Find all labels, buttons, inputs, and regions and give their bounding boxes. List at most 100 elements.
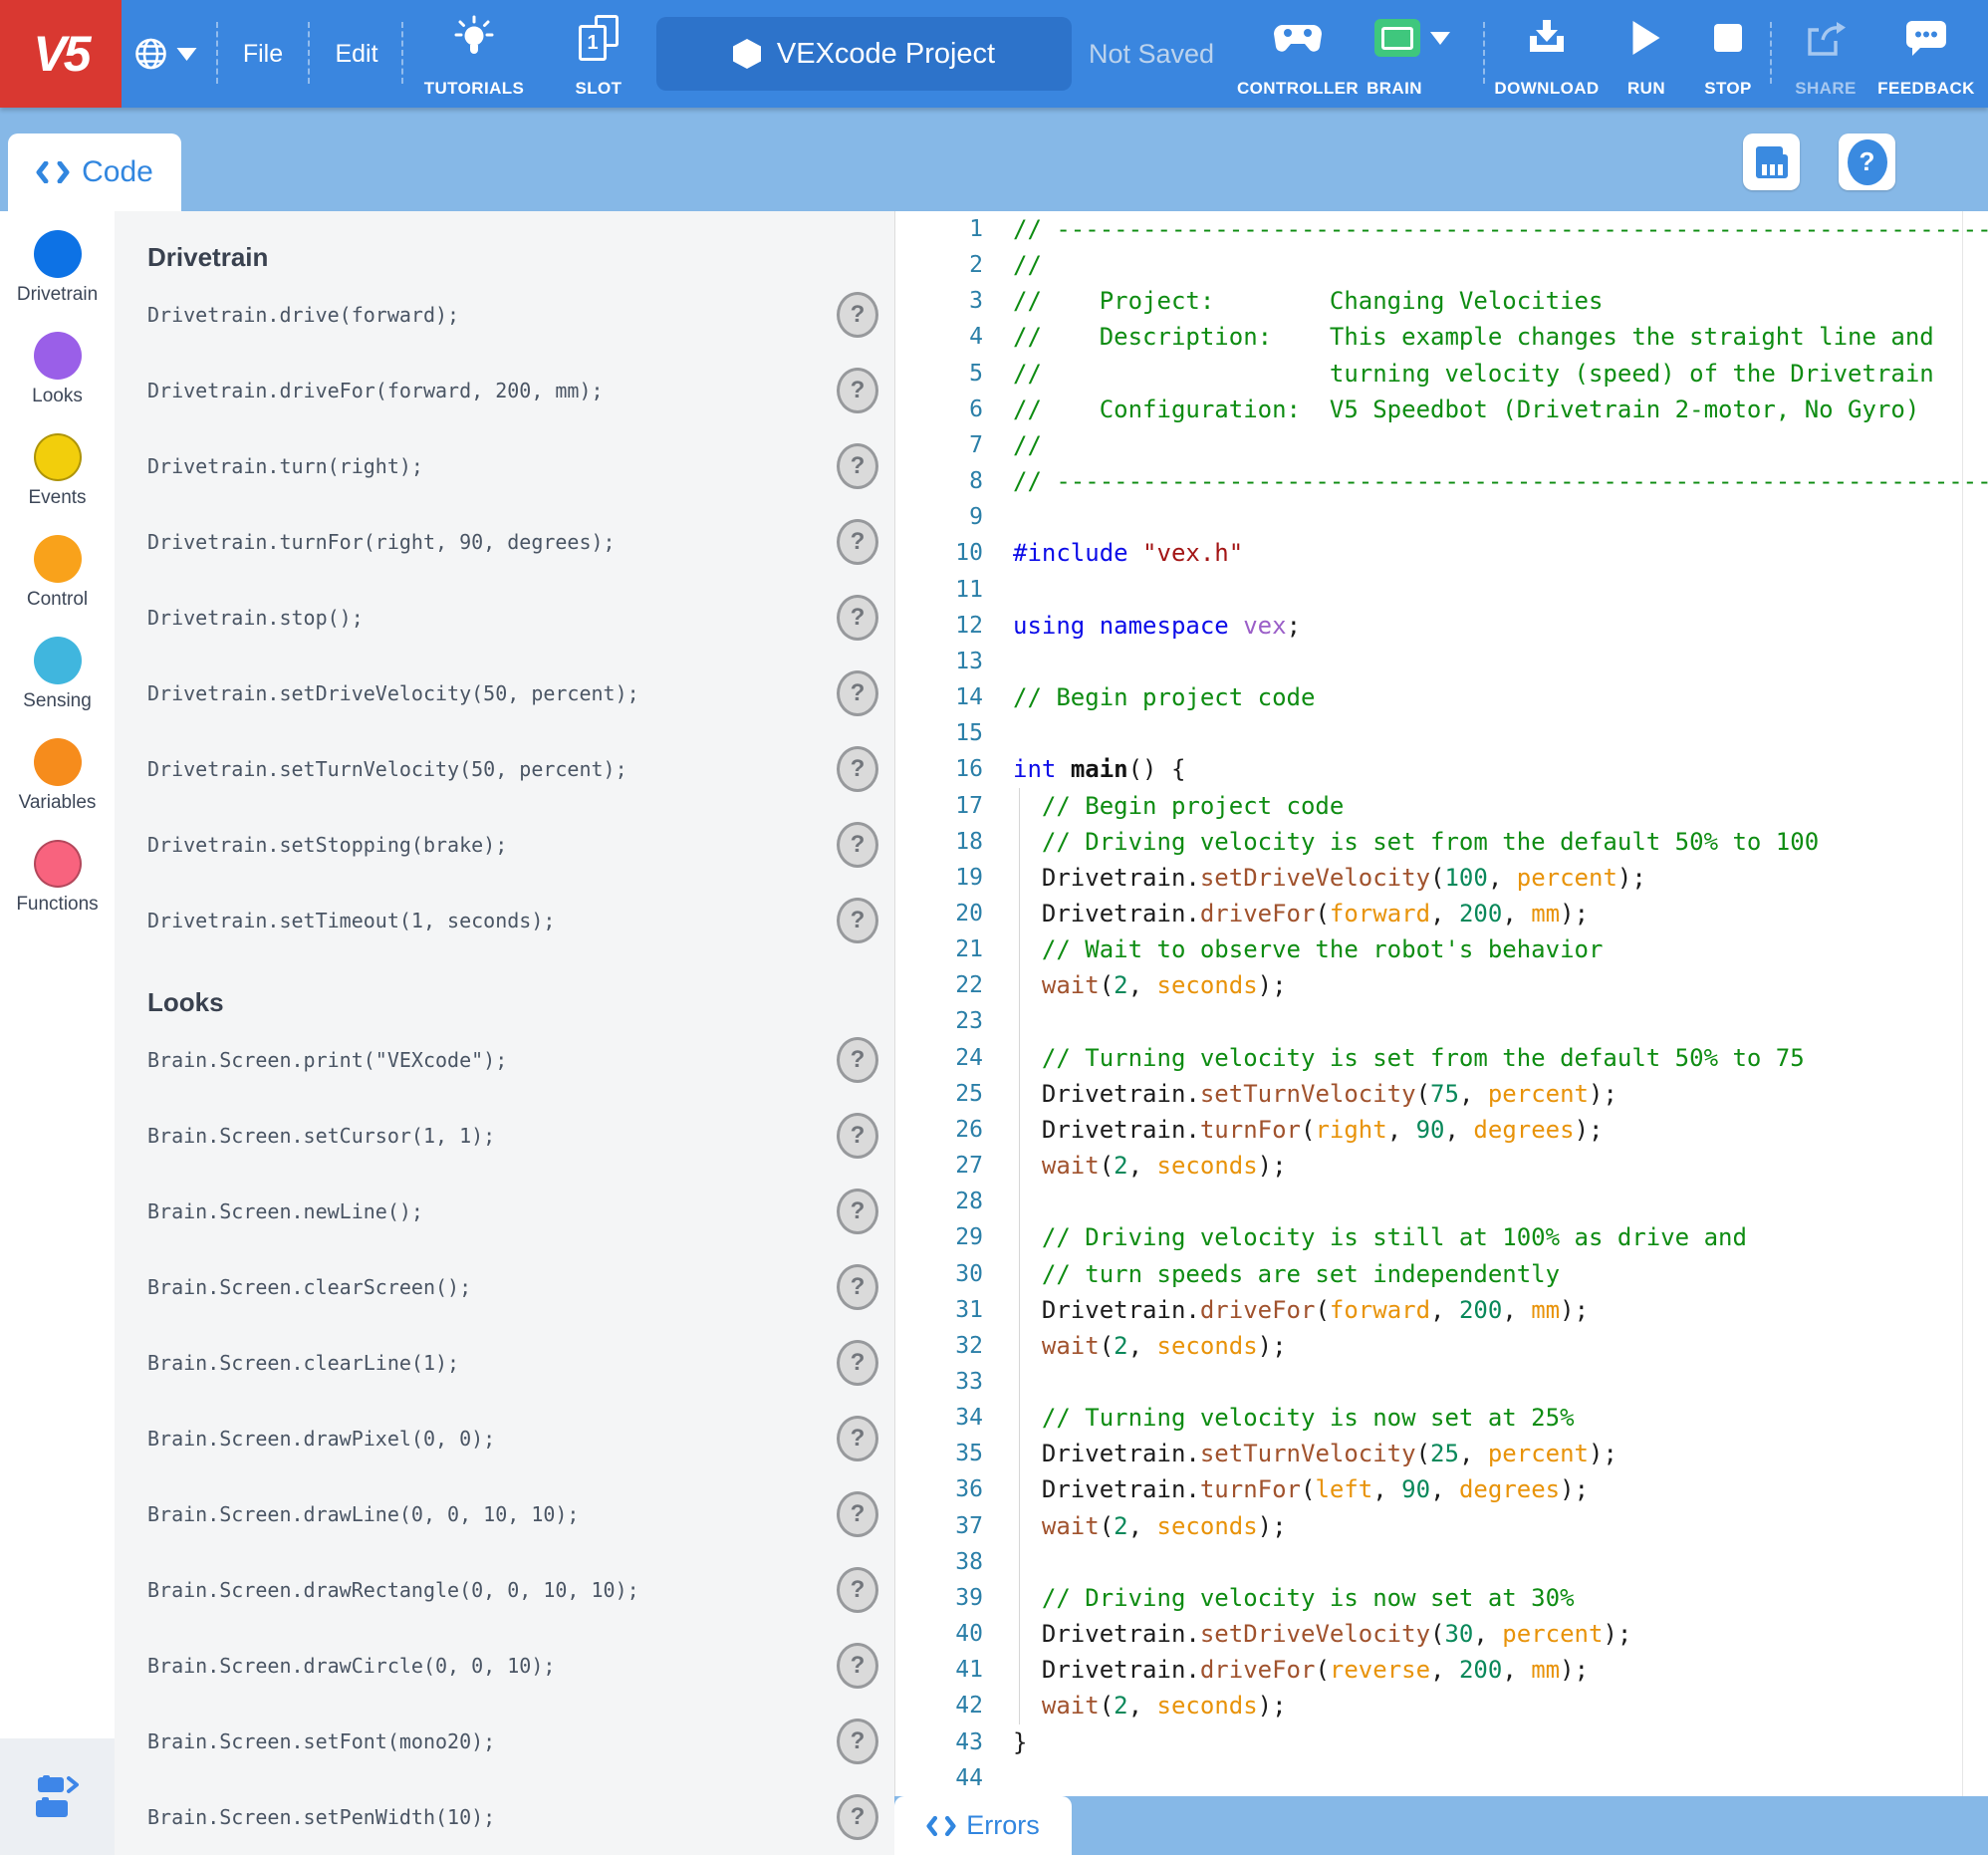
command-help-button[interactable]: ? [837, 292, 878, 338]
feedback-button[interactable]: FEEDBACK [1877, 0, 1974, 108]
code-line[interactable]: 16 int main() { [895, 751, 1988, 787]
code-line[interactable]: 15 [895, 715, 1988, 751]
code-line[interactable]: 24 // Turning velocity is set from the d… [895, 1039, 1988, 1076]
code-line[interactable]: 34 // Turning velocity is now set at 25% [895, 1400, 1988, 1437]
slot-button[interactable]: 1 SLOT [576, 0, 621, 108]
command-item[interactable]: Drivetrain.turnFor(right, 90, degrees);? [115, 504, 894, 580]
command-item[interactable]: Brain.Screen.print("VEXcode");? [115, 1022, 894, 1098]
code-line[interactable]: 26 Drivetrain.turnFor(right, 90, degrees… [895, 1111, 1988, 1149]
sidebar-item-variables[interactable]: Variables [0, 738, 115, 814]
command-item[interactable]: Brain.Screen.drawPixel(0, 0);? [115, 1401, 894, 1476]
command-help-button[interactable]: ? [837, 1189, 878, 1234]
edit-menu[interactable]: Edit [335, 0, 377, 108]
command-item[interactable]: Brain.Screen.clearScreen();? [115, 1249, 894, 1325]
code-line[interactable]: 41 Drivetrain.driveFor(reverse, 200, mm)… [895, 1652, 1988, 1689]
command-help-button[interactable]: ? [837, 1113, 878, 1159]
sidebar-item-control[interactable]: Control [0, 535, 115, 611]
command-help-button[interactable]: ? [837, 443, 878, 489]
device-manager-button[interactable] [1743, 133, 1800, 190]
command-item[interactable]: Drivetrain.turn(right);? [115, 428, 894, 504]
command-help-button[interactable]: ? [837, 1416, 878, 1461]
code-line[interactable]: 32 wait(2, seconds); [895, 1327, 1988, 1364]
code-line[interactable]: 31 Drivetrain.driveFor(forward, 200, mm)… [895, 1291, 1988, 1328]
command-help-button[interactable]: ? [837, 519, 878, 565]
code-line[interactable]: 5// turning velocity (speed) of the Driv… [895, 356, 1988, 392]
code-line[interactable]: 4// Description: This example changes th… [895, 319, 1988, 355]
code-line[interactable]: 11 [895, 572, 1988, 608]
command-item[interactable]: Brain.Screen.setCursor(1, 1);? [115, 1098, 894, 1174]
blocks-toggle-icon[interactable] [34, 1774, 82, 1819]
command-item[interactable]: Drivetrain.setStopping(brake);? [115, 807, 894, 883]
command-item[interactable]: Brain.Screen.setPenWidth(10);? [115, 1779, 894, 1855]
code-line[interactable]: 17 // Begin project code [895, 787, 1988, 824]
sidebar-item-sensing[interactable]: Sensing [0, 637, 115, 712]
command-item[interactable]: Drivetrain.setDriveVelocity(50, percent)… [115, 656, 894, 731]
file-menu[interactable]: File [243, 0, 283, 108]
command-item[interactable]: Drivetrain.setTurnVelocity(50, percent);… [115, 731, 894, 807]
code-line[interactable]: 38 [895, 1543, 1988, 1580]
help-button[interactable]: ? [1839, 133, 1895, 190]
command-item[interactable]: Brain.Screen.drawLine(0, 0, 10, 10);? [115, 1476, 894, 1552]
code-line[interactable]: 3// Project: Changing Velocities [895, 283, 1988, 319]
command-help-button[interactable]: ? [837, 1643, 878, 1689]
command-help-button[interactable]: ? [837, 1794, 878, 1840]
command-help-button[interactable]: ? [837, 822, 878, 868]
command-item[interactable]: Drivetrain.drive(forward);? [115, 277, 894, 353]
code-line[interactable]: 33 [895, 1364, 1988, 1401]
code-line[interactable]: 13 [895, 644, 1988, 679]
command-help-button[interactable]: ? [837, 898, 878, 943]
command-item[interactable]: Drivetrain.driveFor(forward, 200, mm);? [115, 353, 894, 428]
download-button[interactable]: DOWNLOAD [1494, 0, 1599, 108]
command-help-button[interactable]: ? [837, 1567, 878, 1613]
command-item[interactable]: Brain.Screen.drawCircle(0, 0, 10);? [115, 1628, 894, 1704]
command-item[interactable]: Drivetrain.stop();? [115, 580, 894, 656]
code-line[interactable]: 2// [895, 247, 1988, 283]
code-line[interactable]: 43} [895, 1724, 1988, 1760]
code-line[interactable]: 6// Configuration: V5 Speedbot (Drivetra… [895, 392, 1988, 427]
stop-button[interactable]: STOP [1704, 0, 1751, 108]
code-line[interactable]: 22 wait(2, seconds); [895, 967, 1988, 1004]
tab-code[interactable]: Code [8, 133, 181, 211]
sidebar-item-functions[interactable]: Functions [0, 840, 115, 916]
tutorials-button[interactable]: TUTORIALS [424, 0, 524, 108]
language-button[interactable] [134, 0, 197, 108]
command-item[interactable]: Brain.Screen.clearLine(1);? [115, 1325, 894, 1401]
code-line[interactable]: 12 using namespace vex; [895, 608, 1988, 644]
code-line[interactable]: 9 [895, 499, 1988, 535]
command-help-button[interactable]: ? [837, 1491, 878, 1537]
controller-button[interactable]: CONTROLLER [1237, 0, 1359, 108]
run-button[interactable]: RUN [1627, 0, 1665, 108]
code-line[interactable]: 36 Drivetrain.turnFor(left, 90, degrees)… [895, 1471, 1988, 1508]
code-line[interactable]: 40 Drivetrain.setDriveVelocity(30, perce… [895, 1616, 1988, 1653]
share-button[interactable]: SHARE [1795, 0, 1856, 108]
code-line[interactable]: 30 // turn speeds are set independently [895, 1255, 1988, 1292]
code-line[interactable]: 8// ------------------------------------… [895, 463, 1988, 499]
command-help-button[interactable]: ? [837, 1037, 878, 1083]
code-line[interactable]: 35 Drivetrain.setTurnVelocity(25, percen… [895, 1436, 1988, 1472]
code-line[interactable]: 27 wait(2, seconds); [895, 1148, 1988, 1185]
code-line[interactable]: 39 // Driving velocity is now set at 30% [895, 1579, 1988, 1617]
code-line[interactable]: 23 [895, 1003, 1988, 1040]
command-help-button[interactable]: ? [837, 595, 878, 641]
code-line[interactable]: 14// Begin project code [895, 679, 1988, 715]
code-line[interactable]: 25 Drivetrain.setTurnVelocity(75, percen… [895, 1075, 1988, 1112]
code-line[interactable]: 37 wait(2, seconds); [895, 1507, 1988, 1544]
command-item[interactable]: Brain.Screen.newLine();? [115, 1174, 894, 1249]
code-line[interactable]: 10 #include "vex.h" [895, 535, 1988, 571]
code-line[interactable]: 44 [895, 1760, 1988, 1796]
command-help-button[interactable]: ? [837, 1719, 878, 1764]
command-item[interactable]: Brain.Screen.drawRectangle(0, 0, 10, 10)… [115, 1552, 894, 1628]
code-line[interactable]: 19 Drivetrain.setDriveVelocity(100, perc… [895, 859, 1988, 896]
command-item[interactable]: Brain.Screen.setFont(mono20);? [115, 1704, 894, 1779]
sidebar-item-drivetrain[interactable]: Drivetrain [0, 230, 115, 306]
code-line[interactable]: 1// ------------------------------------… [895, 211, 1988, 247]
project-name-button[interactable]: VEXcode Project [656, 17, 1072, 91]
command-help-button[interactable]: ? [837, 1264, 878, 1310]
code-line[interactable]: 18 // Driving velocity is set from the d… [895, 823, 1988, 860]
code-line[interactable]: 20 Drivetrain.driveFor(forward, 200, mm)… [895, 895, 1988, 932]
tab-errors[interactable]: Errors [894, 1796, 1072, 1855]
sidebar-item-looks[interactable]: Looks [0, 332, 115, 407]
command-help-button[interactable]: ? [837, 368, 878, 413]
code-line[interactable]: 42 wait(2, seconds); [895, 1688, 1988, 1724]
code-line[interactable]: 29 // Driving velocity is still at 100% … [895, 1219, 1988, 1256]
